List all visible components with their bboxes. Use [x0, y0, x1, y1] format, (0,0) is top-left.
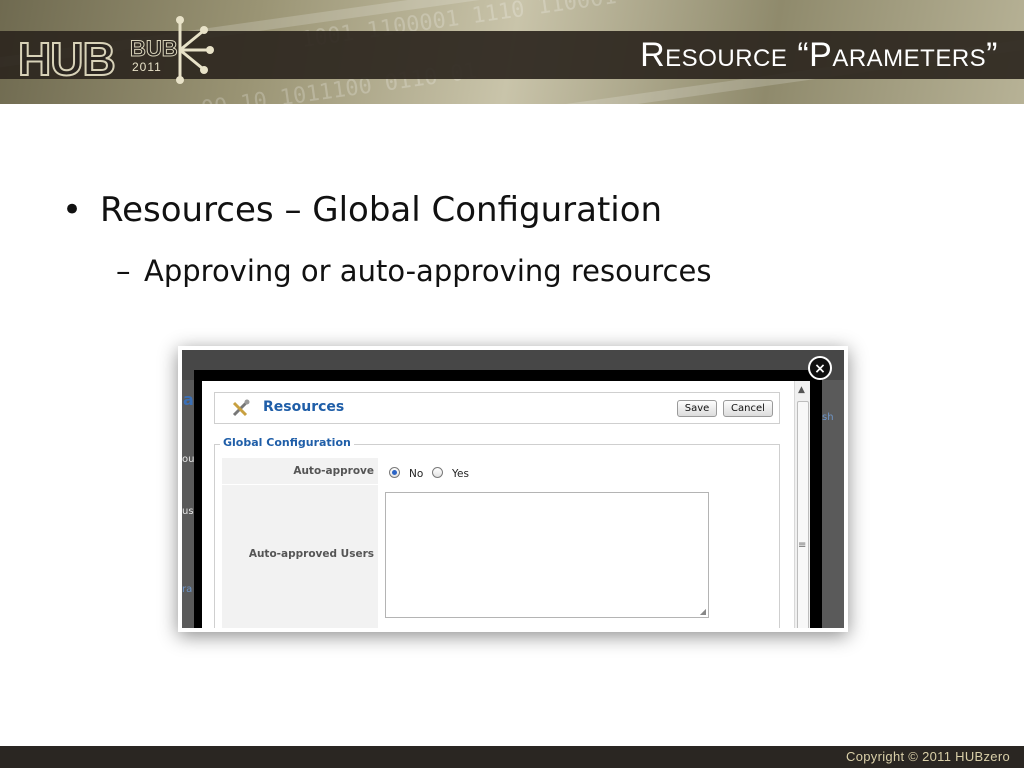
bullet-marker: •: [62, 190, 83, 230]
copyright-text: Copyright © 2011 HUBzero: [846, 749, 1010, 764]
background-text: ou: [182, 454, 195, 465]
auto-approve-yes-radio[interactable]: [432, 467, 443, 478]
bullet-text: Resources – Global Configuration: [100, 190, 663, 230]
auto-approve-label: Auto-approve: [293, 465, 374, 477]
auto-approve-no-label: No: [409, 468, 424, 480]
bullet-item: • Resources – Global Configuration: [62, 190, 662, 230]
sub-bullet-marker: –: [116, 254, 131, 288]
scroll-up-arrow-icon[interactable]: ▲: [798, 385, 805, 395]
background-text: ra: [182, 584, 193, 595]
scrollbar-grip-icon: ≡: [798, 540, 807, 551]
component-toolbar: Resources Save Cancel: [214, 392, 780, 424]
cancel-button[interactable]: Cancel: [723, 400, 773, 417]
logo-word: HUB: [17, 32, 117, 86]
auto-approve-yes-label: Yes: [452, 468, 469, 480]
resize-handle-icon[interactable]: ◢: [700, 607, 706, 616]
background-text: us: [182, 506, 194, 517]
close-modal-button[interactable]: ×: [808, 356, 832, 380]
background-text: sh: [822, 412, 834, 423]
molecule-icon: [176, 16, 214, 84]
auto-approved-users-label: Auto-approved Users: [248, 548, 374, 560]
row-divider: [222, 484, 378, 485]
sub-bullet-item: – Approving or auto-approving resources: [116, 254, 711, 288]
auto-approved-users-textarea[interactable]: ◢: [385, 492, 709, 618]
slide-title: Resource “Parameters”: [640, 36, 998, 74]
background-text: a: [183, 390, 194, 409]
hubbub-logo: HUB BUB 2011: [17, 10, 218, 90]
save-button[interactable]: Save: [677, 400, 717, 417]
sub-bullet-text: Approving or auto-approving resources: [144, 254, 712, 288]
header-banner: 1001 1100001 1110 110001 00 10 1011100 0…: [0, 0, 1024, 104]
modal-scrollbar[interactable]: ▲ ≡: [794, 381, 810, 628]
tools-icon: [232, 399, 250, 417]
config-screenshot: a ou us ra sh Resources Save Cancel Glob…: [182, 350, 844, 628]
auto-approve-no-radio[interactable]: [389, 467, 400, 478]
footer-bar: Copyright © 2011 HUBzero: [0, 746, 1024, 768]
section-legend: Global Configuration: [220, 436, 354, 449]
scrollbar-thumb[interactable]: [797, 401, 809, 628]
component-title: Resources: [263, 399, 345, 415]
